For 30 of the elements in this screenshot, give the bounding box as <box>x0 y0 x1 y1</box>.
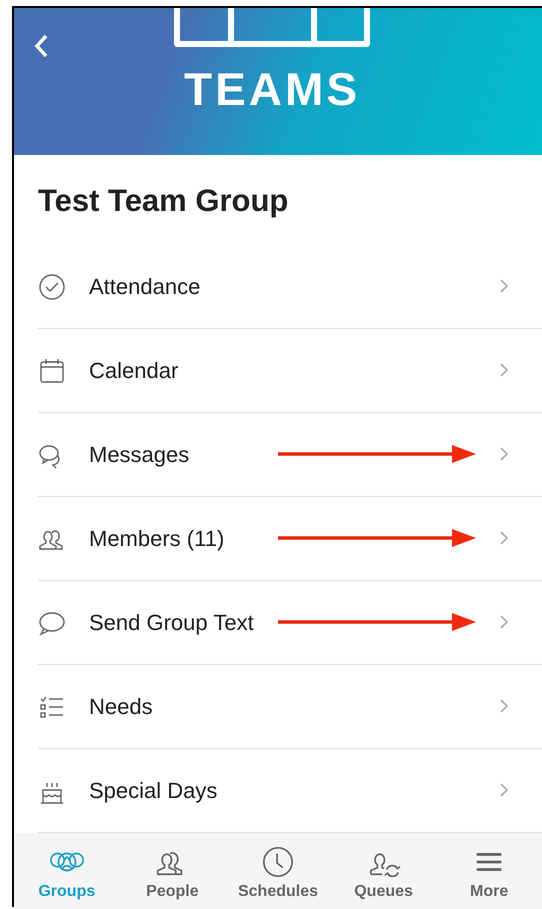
clock-icon <box>260 845 295 879</box>
chevron-right-icon <box>499 530 509 546</box>
nav-tab[interactable]: Schedules <box>225 833 331 909</box>
group-title: Test Team Group <box>37 182 290 220</box>
menu-item[interactable]: Calendar <box>38 329 542 413</box>
menu-item-label: Send Group Text <box>89 610 254 636</box>
menu-item[interactable]: Messages <box>38 413 542 497</box>
check-circle-icon <box>38 272 66 300</box>
chevron-right-icon <box>499 614 509 630</box>
nav-tab[interactable]: People <box>120 833 226 909</box>
menu-item[interactable]: Members (11) <box>38 497 542 581</box>
nav-tab[interactable]: Queues <box>330 833 436 909</box>
back-icon[interactable] <box>33 33 49 59</box>
menu-item-label: Members (11) <box>89 526 224 552</box>
chevron-right-icon <box>499 362 509 378</box>
chevron-right-icon <box>499 782 509 798</box>
menu-item-label: Calendar <box>89 358 178 384</box>
menu-item[interactable]: Send Group Text <box>38 581 542 665</box>
chevron-right-icon <box>499 446 509 462</box>
menu-item[interactable]: Attendance <box>38 245 542 329</box>
chevron-right-icon <box>499 698 509 714</box>
nav-tab[interactable]: More <box>436 833 542 909</box>
menu-item-label: Needs <box>89 694 153 720</box>
logo-text: TEAMS <box>183 66 361 112</box>
chevron-right-icon <box>499 278 509 294</box>
menu-item-label: Special Days <box>89 778 218 804</box>
menu-item-label: Messages <box>89 442 190 468</box>
menu-item-label: Attendance <box>89 274 200 300</box>
calendar-icon <box>38 356 66 384</box>
menu-item[interactable]: Needs <box>38 665 542 749</box>
